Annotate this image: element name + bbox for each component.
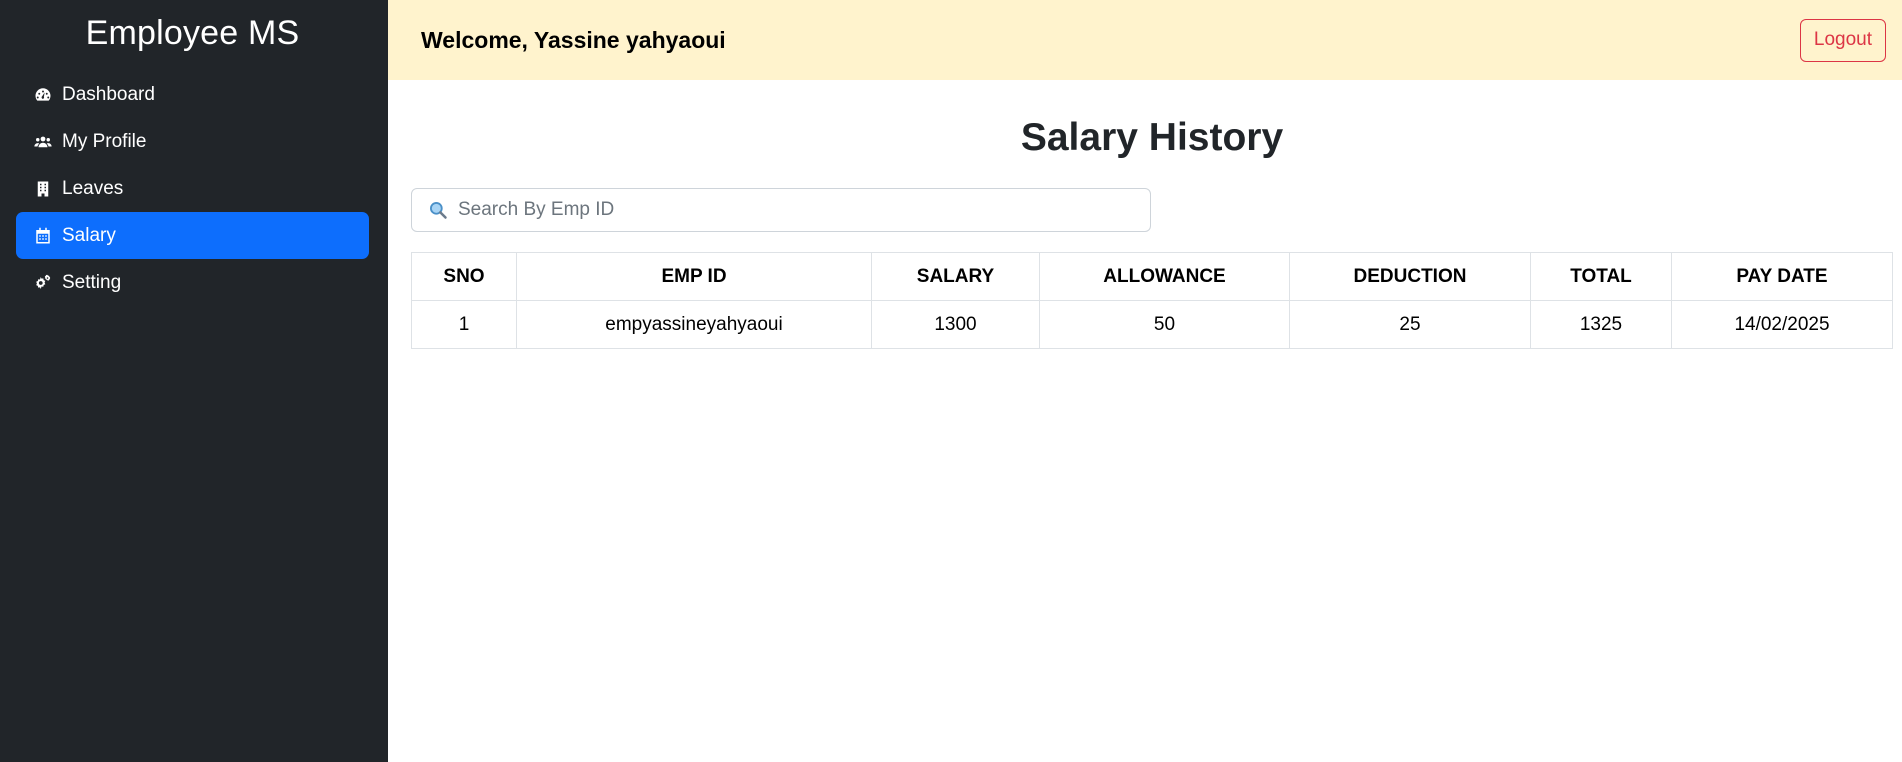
cell-allowance: 50 xyxy=(1039,300,1290,349)
gears-icon xyxy=(34,274,52,292)
cell-sno: 1 xyxy=(411,300,517,349)
sidebar-item-my-profile[interactable]: My Profile xyxy=(16,118,369,165)
building-icon xyxy=(34,180,52,198)
cell-pay-date: 14/02/2025 xyxy=(1671,300,1893,349)
users-icon xyxy=(34,133,52,151)
sidebar-item-salary[interactable]: Salary xyxy=(16,212,369,259)
column-header-total[interactable]: TOTAL xyxy=(1530,252,1672,301)
sidebar-item-label: My Profile xyxy=(62,130,147,152)
sidebar-item-setting[interactable]: Setting xyxy=(16,259,369,306)
cell-deduction: 25 xyxy=(1289,300,1531,349)
sidebar-item-label: Setting xyxy=(62,271,122,293)
sidebar-item-label: Leaves xyxy=(62,177,124,199)
search-icon xyxy=(428,200,448,220)
sidebar-nav: Dashboard My Profile Leaves Salary Setti… xyxy=(16,71,369,306)
brand-title: Employee MS xyxy=(85,14,300,52)
search-box xyxy=(411,188,1151,232)
column-header-allowance[interactable]: ALLOWANCE xyxy=(1039,252,1290,301)
sidebar-item-leaves[interactable]: Leaves xyxy=(16,165,369,212)
calendar-icon xyxy=(34,227,52,245)
app-layout: Employee MS Dashboard My Profile Leaves xyxy=(0,0,1902,762)
table-header-row: SNO EMP ID SALARY ALLOWANCE DEDUCTION TO… xyxy=(411,252,1893,301)
column-header-salary[interactable]: SALARY xyxy=(871,252,1040,301)
sidebar-item-dashboard[interactable]: Dashboard xyxy=(16,71,369,118)
column-header-pay-date[interactable]: PAY DATE xyxy=(1671,252,1893,301)
search-input[interactable] xyxy=(456,190,1150,230)
table-row: 1 empyassineyahyaoui 1300 50 25 1325 14/… xyxy=(411,300,1893,349)
column-header-sno[interactable]: SNO xyxy=(411,252,517,301)
salary-content: Salary History SNO EMP ID SALARY A xyxy=(388,80,1902,349)
sidebar-item-label: Salary xyxy=(62,224,116,246)
dashboard-icon xyxy=(34,86,52,104)
sidebar-item-label: Dashboard xyxy=(62,83,155,105)
top-bar: Welcome, Yassine yahyaoui Logout xyxy=(388,0,1902,80)
page-title: Salary History xyxy=(1020,116,1284,159)
logout-button[interactable]: Logout xyxy=(1799,18,1886,62)
cell-emp-id: empyassineyahyaoui xyxy=(516,300,872,349)
column-header-emp-id[interactable]: EMP ID xyxy=(516,252,872,301)
column-header-deduction[interactable]: DEDUCTION xyxy=(1289,252,1531,301)
salary-table: SNO EMP ID SALARY ALLOWANCE DEDUCTION TO… xyxy=(411,252,1893,349)
cell-total: 1325 xyxy=(1530,300,1672,349)
sidebar: Employee MS Dashboard My Profile Leaves xyxy=(0,0,388,762)
cell-salary: 1300 xyxy=(871,300,1040,349)
welcome-text: Welcome, Yassine yahyaoui xyxy=(421,26,726,53)
main-area: Welcome, Yassine yahyaoui Logout Salary … xyxy=(388,0,1902,762)
